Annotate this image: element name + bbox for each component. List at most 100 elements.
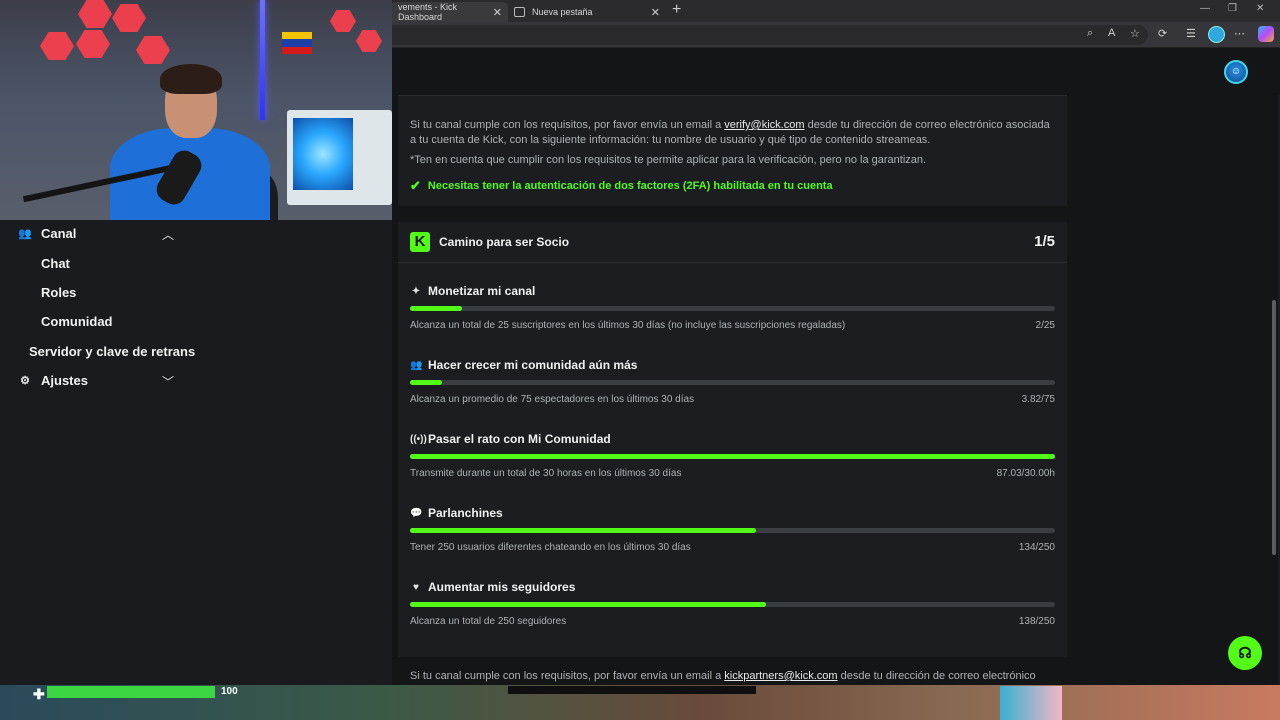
goal-progress-fill bbox=[410, 602, 767, 607]
sidebar-item-label: Ajustes bbox=[41, 373, 88, 388]
copilot-icon[interactable] bbox=[1258, 26, 1274, 42]
users-icon: 👥 bbox=[18, 228, 32, 240]
favorite-star-icon[interactable]: ☆ bbox=[1130, 27, 1140, 40]
health-bar-fill bbox=[47, 686, 215, 698]
read-aloud-icon[interactable]: A bbox=[1108, 27, 1115, 39]
chevron-up-icon[interactable]: ︿ bbox=[162, 226, 174, 243]
partner-goal: ((•)) Pasar el rato con Mi Comunidad Trans… bbox=[410, 432, 1055, 492]
game-building bbox=[1000, 686, 1062, 720]
favorites-icon[interactable]: ☰ bbox=[1186, 27, 1196, 40]
partner-email-link[interactable]: kickpartners@kick.com bbox=[724, 670, 837, 682]
partner-goal: 💬 Parlanchines Tener 250 usuarios diferent… bbox=[410, 506, 1055, 566]
partner-path-title: Camino para ser Socio bbox=[439, 235, 570, 249]
browser-toolbar: ⌕ A ☆ ⟳ ☰ ⋯ bbox=[390, 22, 1280, 48]
tab-kick-dashboard[interactable]: vements - Kick Dashboard ✕ bbox=[390, 2, 508, 22]
streamer bbox=[110, 64, 280, 220]
profile-avatar-icon[interactable] bbox=[1208, 26, 1225, 43]
goal-progress-bar bbox=[410, 306, 1055, 311]
goal-progress-bar bbox=[410, 602, 1055, 607]
page-scrollbar[interactable] bbox=[1272, 300, 1276, 555]
sidebar-item-label: Chat bbox=[41, 256, 70, 271]
webcam-overlay bbox=[0, 0, 392, 220]
sidebar-item-servidor[interactable]: Servidor y clave de retrans bbox=[29, 344, 195, 359]
kick-logo-icon: K bbox=[410, 232, 430, 252]
kick-top-nav: ☺ bbox=[390, 48, 1280, 95]
flag bbox=[282, 32, 312, 54]
partner-goal: ♥ Aumentar mis seguidores Alcanza un total… bbox=[410, 580, 1055, 640]
goal-progress-bar bbox=[410, 380, 1055, 385]
goal-title: 💬 Parlanchines bbox=[410, 506, 503, 520]
goal-value: 3.82/75 bbox=[1021, 394, 1055, 405]
partner-note: Si tu canal cumple con los requisitos, p… bbox=[410, 670, 1036, 682]
extensions-icon[interactable]: ⟳ bbox=[1158, 27, 1167, 40]
sidebar-item-canal[interactable]: 👥 Canal bbox=[17, 226, 76, 241]
more-menu-icon[interactable]: ⋯ bbox=[1234, 27, 1245, 40]
main-content: Si tu canal cumple con los requisitos, p… bbox=[392, 95, 1278, 685]
goal-description: Alcanza un total de 25 suscriptores en l… bbox=[410, 320, 846, 331]
dashboard-sidebar: 👥 Canal ︿ Chat Roles Comunidad Servidor … bbox=[0, 220, 392, 685]
address-bar[interactable] bbox=[390, 25, 1148, 45]
goal-description: Transmite durante un total de 30 horas e… bbox=[410, 468, 682, 479]
tab-title: Nueva pestaña bbox=[532, 7, 593, 17]
goal-value: 138/250 bbox=[1018, 616, 1055, 627]
close-window-icon[interactable]: ✕ bbox=[1256, 3, 1264, 14]
tab-title: vements - Kick Dashboard bbox=[398, 2, 458, 22]
health-value: 100 bbox=[221, 686, 238, 697]
requirement-2fa: ✔ Necesitas tener la autenticación de do… bbox=[410, 178, 833, 193]
broadcast-icon: ((•)) bbox=[410, 433, 427, 445]
goal-progress-fill bbox=[410, 528, 756, 533]
partner-path-header: K Camino para ser Socio 1/5 bbox=[398, 222, 1067, 263]
goal-title: ((•)) Pasar el rato con Mi Comunidad bbox=[410, 432, 611, 446]
screen: vements - Kick Dashboard ✕ Nueva pestaña… bbox=[0, 0, 1280, 720]
goal-value: 134/250 bbox=[1018, 542, 1055, 553]
users-icon: 👥 bbox=[410, 359, 423, 371]
sidebar-item-label: Canal bbox=[41, 226, 77, 241]
health-bar bbox=[47, 686, 215, 698]
chevron-down-icon[interactable]: ﹀ bbox=[162, 373, 174, 390]
goal-title: ♥ Aumentar mis seguidores bbox=[410, 580, 575, 594]
check-icon: ✔ bbox=[410, 178, 421, 193]
goal-description: Tener 250 usuarios diferentes chateando … bbox=[410, 542, 691, 553]
sidebar-item-label: Roles bbox=[41, 285, 77, 300]
verification-card: Si tu canal cumple con los requisitos, p… bbox=[398, 95, 1067, 206]
verification-note: *Ten en cuenta que cumplir con los requi… bbox=[410, 154, 927, 166]
maximize-icon[interactable]: ❐ bbox=[1228, 3, 1237, 14]
partner-goal: ✦ Monetizar mi canal Alcanza un total de 2… bbox=[410, 284, 1055, 344]
sidebar-item-comunidad[interactable]: Comunidad bbox=[41, 314, 113, 329]
goal-progress-bar bbox=[410, 454, 1055, 459]
partner-path-count: 1/5 bbox=[1034, 233, 1055, 250]
goal-title: 👥 Hacer crecer mi comunidad aún más bbox=[410, 358, 638, 372]
new-tab-button[interactable]: + bbox=[672, 1, 681, 19]
sidebar-item-ajustes[interactable]: ⚙ Ajustes bbox=[17, 373, 88, 388]
sidebar-item-label: Servidor y clave de retrans bbox=[29, 344, 196, 359]
goal-description: Alcanza un total de 250 seguidores bbox=[410, 616, 567, 627]
goal-value: 2/25 bbox=[1035, 320, 1055, 331]
close-tab-icon[interactable]: ✕ bbox=[651, 6, 660, 19]
sidebar-item-label: Comunidad bbox=[41, 314, 113, 329]
pc-case bbox=[287, 110, 392, 205]
goal-progress-fill bbox=[410, 454, 1055, 459]
tab-nueva-pestana[interactable]: Nueva pestaña ✕ bbox=[506, 2, 666, 22]
goal-progress-fill bbox=[410, 306, 462, 311]
minimize-icon[interactable]: — bbox=[1200, 3, 1210, 14]
chat-bubble-icon: 💬 bbox=[410, 507, 423, 519]
support-chat-button[interactable]: ☊ bbox=[1228, 636, 1262, 670]
zoom-icon[interactable]: ⌕ bbox=[1087, 27, 1093, 40]
sparkle-icon: ✦ bbox=[411, 285, 421, 297]
heart-icon: ♥ bbox=[413, 581, 419, 593]
health-plus-icon: ✚ bbox=[33, 686, 45, 702]
goal-progress-bar bbox=[410, 528, 1055, 533]
page-icon bbox=[514, 7, 525, 17]
sidebar-item-chat[interactable]: Chat bbox=[41, 256, 70, 271]
close-tab-icon[interactable]: ✕ bbox=[493, 6, 502, 19]
goal-description: Alcanza un promedio de 75 espectadores e… bbox=[410, 394, 695, 405]
partner-path-card: K Camino para ser Socio 1/5 ✦ Monetizar m… bbox=[398, 222, 1067, 657]
sidebar-item-roles[interactable]: Roles bbox=[41, 285, 76, 300]
verification-text: Si tu canal cumple con los requisitos, p… bbox=[410, 119, 1050, 146]
user-avatar[interactable]: ☺ bbox=[1224, 60, 1248, 84]
gear-icon: ⚙ bbox=[20, 375, 30, 387]
goal-value: 87.03/30.00h bbox=[996, 468, 1055, 479]
hexagon-lights bbox=[40, 0, 170, 70]
verify-email-link[interactable]: verify@kick.com bbox=[724, 119, 804, 131]
game-overlay-box bbox=[508, 686, 756, 694]
